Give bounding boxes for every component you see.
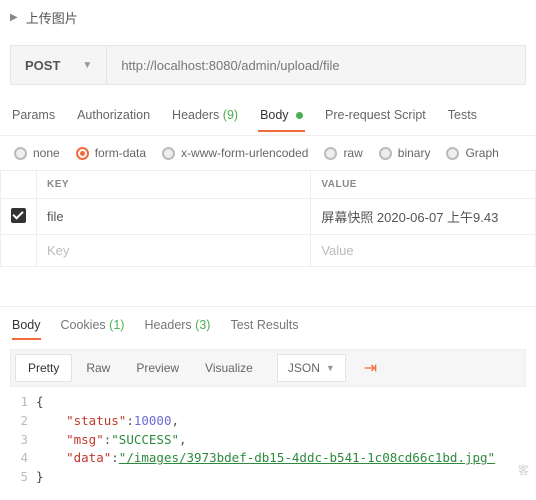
tab-body[interactable]: Body <box>260 98 303 132</box>
response-tabs: Body Cookies (1) Headers (3) Test Result… <box>0 307 536 343</box>
request-tabs: Params Authorization Headers (9) Body Pr… <box>0 95 536 135</box>
url-input[interactable]: http://localhost:8080/admin/upload/file <box>107 46 525 84</box>
chevron-down-icon: ▼ <box>326 363 335 373</box>
caret-right-icon: ▶ <box>10 12 18 23</box>
tab-tests[interactable]: Tests <box>448 98 477 132</box>
http-method-select[interactable]: POST ▼ <box>11 46 107 84</box>
resp-tab-headers[interactable]: Headers (3) <box>144 318 210 332</box>
section-title: 上传图片 <box>26 8 78 27</box>
wrap-lines-icon[interactable]: ⇥ <box>358 358 383 378</box>
radio-raw[interactable]: raw <box>324 146 362 160</box>
response-body[interactable]: 1{ 2 "status": 10000, 3 "msg": "SUCCESS"… <box>0 387 536 487</box>
body-type-radios: none form-data x-www-form-urlencoded raw… <box>0 136 536 170</box>
resp-tab-cookies[interactable]: Cookies (1) <box>61 318 125 332</box>
tab-headers[interactable]: Headers (9) <box>172 98 238 132</box>
key-placeholder[interactable]: Key <box>37 235 311 267</box>
radio-form-data[interactable]: form-data <box>76 146 146 160</box>
view-pretty[interactable]: Pretty <box>15 354 72 382</box>
value-cell[interactable]: 屏幕快照 2020-06-07 上午9.43 <box>311 199 536 235</box>
resp-tab-body[interactable]: Body <box>12 318 41 332</box>
url-bar: POST ▼ http://localhost:8080/admin/uploa… <box>10 45 526 85</box>
resp-tab-testresults[interactable]: Test Results <box>230 318 298 332</box>
form-data-table: KEY VALUE file 屏幕快照 2020-06-07 上午9.43 Ke… <box>0 170 536 267</box>
response-toolbar: Pretty Raw Preview Visualize JSON ▼ ⇥ <box>10 349 526 387</box>
method-label: POST <box>25 58 60 73</box>
view-visualize[interactable]: Visualize <box>193 355 265 381</box>
view-preview[interactable]: Preview <box>124 355 191 381</box>
radio-binary[interactable]: binary <box>379 146 431 160</box>
radio-x-www[interactable]: x-www-form-urlencoded <box>162 146 308 160</box>
value-placeholder[interactable]: Value <box>311 235 536 267</box>
table-row-empty[interactable]: Key Value <box>1 235 536 267</box>
tab-prerequest[interactable]: Pre-request Script <box>325 98 426 132</box>
tab-authorization[interactable]: Authorization <box>77 98 150 132</box>
chevron-down-icon: ▼ <box>82 60 92 71</box>
key-cell[interactable]: file <box>37 199 311 235</box>
watermark: 客 <box>518 462 530 478</box>
radio-graph[interactable]: Graph <box>446 146 498 160</box>
tab-params[interactable]: Params <box>12 98 55 132</box>
active-dot-icon <box>296 112 303 119</box>
view-raw[interactable]: Raw <box>74 355 122 381</box>
col-value: VALUE <box>311 171 536 199</box>
url-text: http://localhost:8080/admin/upload/file <box>121 58 339 73</box>
collapse-section[interactable]: ▶ 上传图片 <box>0 0 536 35</box>
format-select[interactable]: JSON ▼ <box>277 354 346 382</box>
checkbox-icon[interactable] <box>11 208 26 223</box>
col-key: KEY <box>37 171 311 199</box>
table-row[interactable]: file 屏幕快照 2020-06-07 上午9.43 <box>1 199 536 235</box>
radio-none[interactable]: none <box>14 146 60 160</box>
